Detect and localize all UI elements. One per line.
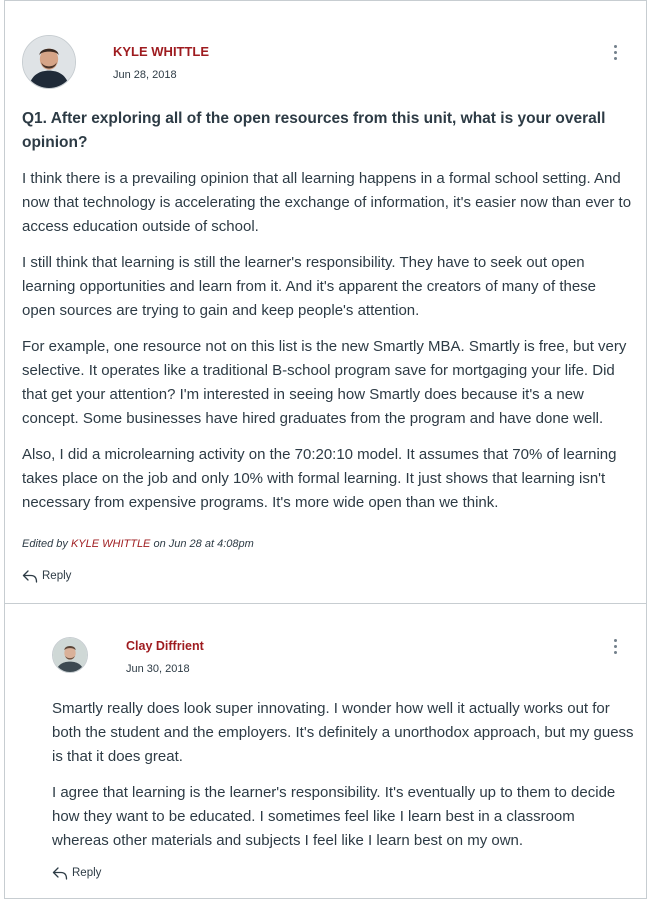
post-paragraph: I still think that learning is still the… xyxy=(22,254,597,319)
reply-arrow-icon xyxy=(22,570,38,583)
reply-paragraph: Smartly really does look super innovatin… xyxy=(52,700,634,765)
edited-by-link[interactable]: KYLE WHITTLE xyxy=(71,538,150,550)
post-title: Q1. After exploring all of the open reso… xyxy=(22,110,606,151)
edited-note: Edited by KYLE WHITTLE on Jun 28 at 4:08… xyxy=(22,538,254,550)
reply-arrow-icon xyxy=(52,867,68,880)
reply-button[interactable]: Reply xyxy=(22,569,71,583)
post-date: Jun 30, 2018 xyxy=(126,663,190,675)
edited-prefix: Edited by xyxy=(22,538,68,550)
post-paragraph: I think there is a prevailing opinion th… xyxy=(22,170,632,235)
post-paragraph: Also, I did a microlearning activity on … xyxy=(22,446,617,511)
post-paragraph: For example, one resource not on this li… xyxy=(22,338,627,427)
avatar-photo xyxy=(23,36,75,88)
edited-suffix: on Jun 28 at 4:08pm xyxy=(153,538,254,550)
reply-label: Reply xyxy=(42,570,72,582)
post-body: I think there is a prevailing opinion th… xyxy=(22,167,632,527)
reply-paragraph: I agree that learning is the learner's r… xyxy=(52,784,616,849)
author-avatar[interactable] xyxy=(22,35,76,89)
more-options-icon[interactable] xyxy=(605,42,625,62)
avatar-photo xyxy=(53,638,87,672)
author-name-link[interactable]: Clay Diffrient xyxy=(126,639,204,653)
more-options-icon[interactable] xyxy=(605,636,625,656)
discussion-entry: KYLE WHITTLE Jun 28, 2018 Q1. After expl… xyxy=(5,1,646,604)
reply-button[interactable]: Reply xyxy=(52,866,101,880)
author-avatar[interactable] xyxy=(52,637,88,673)
post-date: Jun 28, 2018 xyxy=(113,69,177,81)
author-name-link[interactable]: KYLE WHITTLE xyxy=(113,44,209,59)
discussion-reply: Clay Diffrient Jun 30, 2018 Smartly real… xyxy=(5,603,646,899)
discussion-thread: KYLE WHITTLE Jun 28, 2018 Q1. After expl… xyxy=(4,0,647,899)
reply-body: Smartly really does look super innovatin… xyxy=(52,697,634,865)
reply-label: Reply xyxy=(72,867,102,879)
